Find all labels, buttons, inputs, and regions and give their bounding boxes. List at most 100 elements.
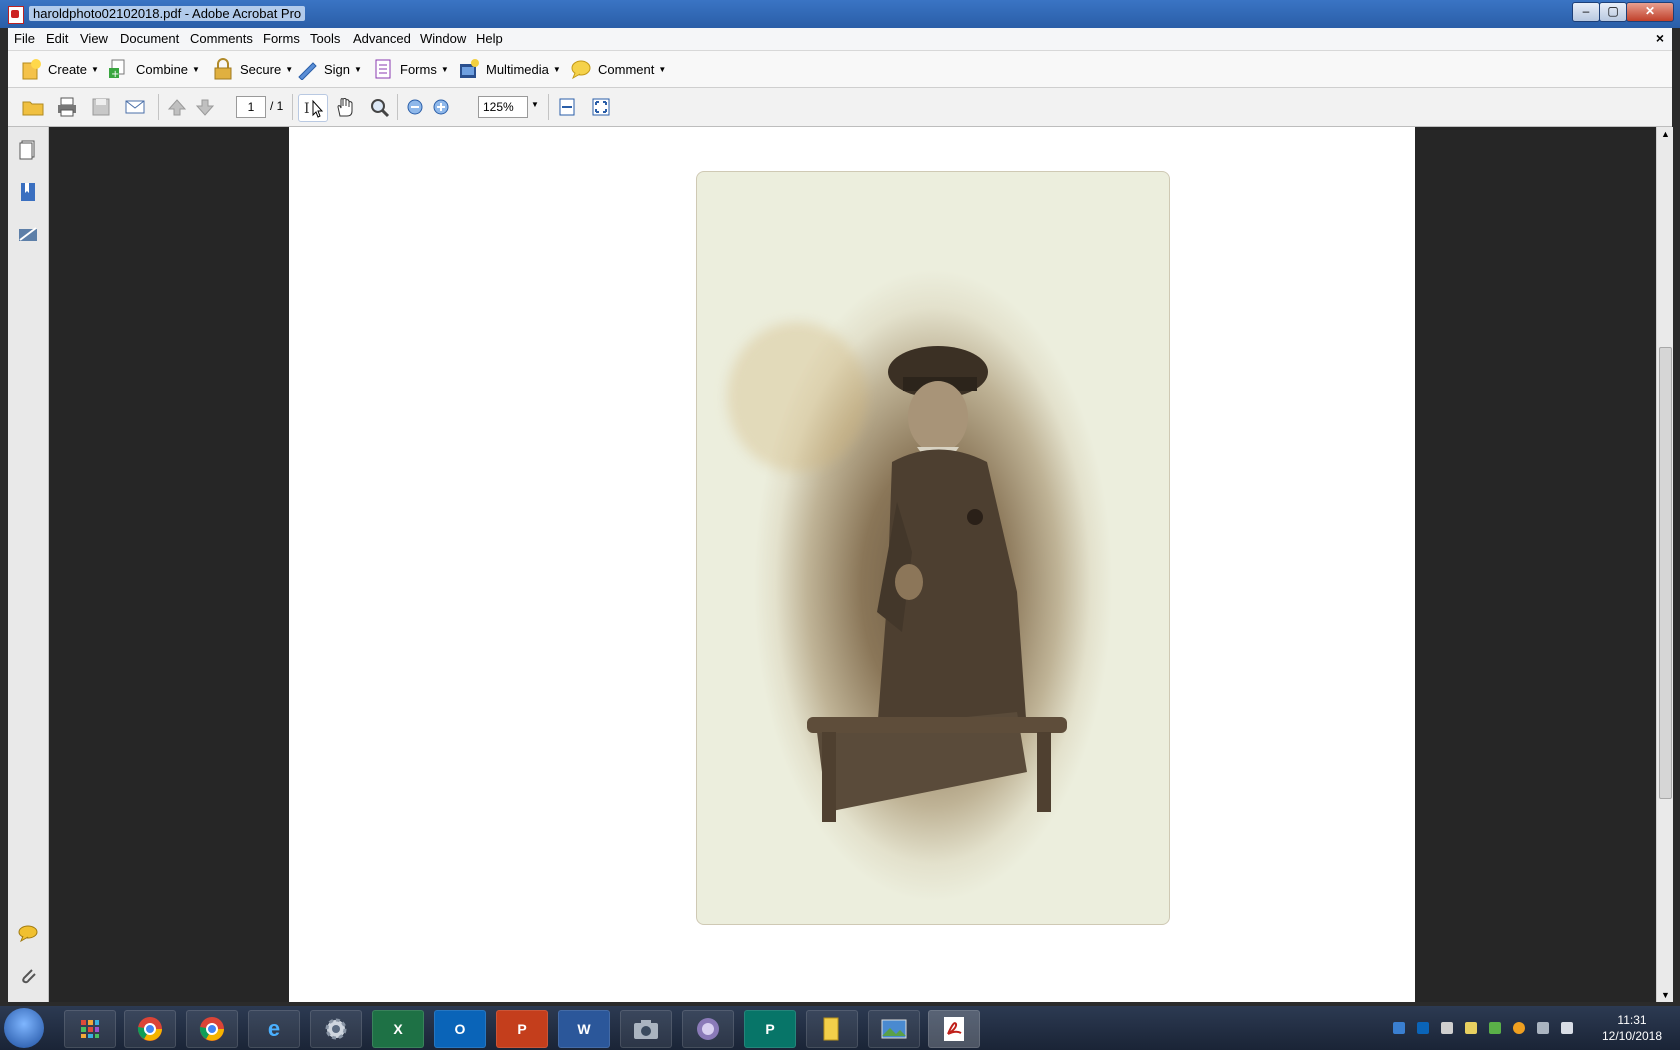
file-explorer-icon[interactable] (806, 1010, 858, 1048)
powerpoint-icon[interactable]: P (496, 1010, 548, 1048)
menu-advanced[interactable]: Advanced (353, 31, 411, 46)
comment-label: Comment (598, 61, 655, 77)
excel-icon[interactable]: X (372, 1010, 424, 1048)
bookmarks-icon[interactable] (17, 181, 39, 203)
pen-icon (296, 58, 318, 81)
fit-width-icon[interactable] (556, 96, 578, 118)
print-icon[interactable] (56, 96, 78, 118)
page-thumbnails-icon[interactable] (17, 139, 39, 161)
svg-text:I: I (304, 101, 310, 117)
create-icon (20, 58, 42, 80)
app-launcher-icon[interactable] (64, 1010, 116, 1048)
create-button[interactable]: Create ▼ (20, 57, 99, 81)
marquee-zoom-icon[interactable] (368, 96, 390, 118)
internet-explorer-icon[interactable]: e (248, 1010, 300, 1048)
full-screen-icon[interactable] (590, 96, 612, 118)
soldier-portrait-figure (807, 346, 1067, 822)
clock-date: 12/10/2018 (1601, 1029, 1663, 1043)
menu-tools[interactable]: Tools (310, 31, 340, 46)
scroll-down-icon[interactable]: ▼ (1661, 990, 1670, 1000)
word-icon[interactable]: W (558, 1010, 610, 1048)
next-page-icon[interactable] (194, 96, 216, 118)
multimedia-icon (458, 58, 480, 80)
menu-document[interactable]: Document (120, 31, 179, 46)
select-text-tool-icon[interactable]: I (298, 94, 328, 122)
photo-viewer-icon[interactable] (868, 1010, 920, 1048)
windows-taskbar: e X O P W P 11:31 12/10/2018 (0, 1006, 1680, 1050)
forms-button[interactable]: Forms ▼ (372, 57, 449, 81)
save-icon[interactable] (90, 96, 112, 118)
title-bar: haroldphoto02102018.pdf - Adobe Acrobat … (0, 0, 1680, 28)
zoom-out-icon[interactable] (404, 96, 426, 118)
scrollbar-thumb[interactable] (1659, 347, 1672, 799)
tray-network-icon[interactable] (1537, 1022, 1549, 1034)
menu-bar: File Edit View Document Comments Forms T… (8, 28, 1672, 51)
clock-time: 11:31 (1617, 1013, 1647, 1027)
publisher-icon[interactable]: P (744, 1010, 796, 1048)
comment-button[interactable]: Comment ▼ (570, 57, 666, 81)
tasks-toolbar: Create ▼ + Combine ▼ Secure ▼ Sign ▼ Forms ▼ … (8, 51, 1672, 88)
zoom-level-input[interactable]: 125% (478, 96, 528, 118)
combine-label: Combine (136, 61, 189, 77)
lock-icon (212, 58, 234, 80)
tray-update-icon[interactable] (1489, 1022, 1501, 1034)
sign-label: Sign (324, 61, 351, 77)
secure-button[interactable]: Secure ▼ (212, 57, 293, 81)
tray-alert-icon[interactable] (1513, 1022, 1525, 1034)
svg-text:+: + (111, 69, 119, 80)
maximize-button[interactable]: ▢ (1599, 2, 1627, 22)
acrobat-taskbar-icon[interactable] (928, 1010, 980, 1048)
system-clock[interactable]: 11:31 12/10/2018 (1590, 1012, 1674, 1044)
acrobat-app-icon[interactable] (8, 6, 24, 24)
document-view[interactable] (49, 127, 1656, 1002)
create-label: Create (48, 61, 88, 77)
secure-label: Secure (240, 61, 282, 77)
settings-gear-icon[interactable] (310, 1010, 362, 1048)
signatures-icon[interactable] (17, 223, 39, 245)
chrome-icon[interactable] (124, 1010, 176, 1048)
navigation-pane (8, 127, 49, 1002)
start-button[interactable] (4, 1008, 44, 1048)
camera-icon[interactable] (620, 1010, 672, 1048)
menu-file[interactable]: File (14, 31, 35, 46)
minimize-button[interactable]: – (1572, 2, 1600, 22)
comments-pane-icon[interactable] (17, 923, 39, 945)
menu-edit[interactable]: Edit (46, 31, 68, 46)
multimedia-button[interactable]: Multimedia ▼ (458, 57, 561, 81)
page-total-label: / 1 (270, 99, 284, 113)
email-icon[interactable] (124, 96, 146, 118)
close-window-button[interactable]: ✕ (1626, 2, 1674, 22)
window-title: haroldphoto02102018.pdf - Adobe Acrobat … (29, 6, 306, 21)
menu-help[interactable]: Help (476, 31, 503, 46)
chrome-icon[interactable] (186, 1010, 238, 1048)
vertical-scrollbar[interactable]: ▲ ▼ (1656, 127, 1673, 1002)
menu-forms[interactable]: Forms (263, 31, 300, 46)
open-folder-icon[interactable] (22, 96, 44, 118)
menu-view[interactable]: View (80, 31, 108, 46)
media-app-icon[interactable] (682, 1010, 734, 1048)
sepia-portrait-photo (696, 171, 1170, 925)
attachments-paperclip-icon[interactable] (17, 965, 39, 987)
zoom-dropdown-icon[interactable]: ▼ (531, 100, 539, 109)
hand-tool-icon[interactable] (334, 96, 356, 118)
sign-button[interactable]: Sign ▼ (296, 57, 362, 81)
multimedia-label: Multimedia (486, 61, 549, 77)
tray-volume-icon[interactable] (1561, 1022, 1573, 1034)
combine-button[interactable]: + Combine ▼ (108, 57, 200, 81)
navigation-toolbar: 1 / 1 I 125% ▼ (8, 88, 1672, 127)
page-number-input[interactable]: 1 (236, 96, 266, 118)
menu-window[interactable]: Window (420, 31, 466, 46)
tray-app-icon[interactable] (1441, 1022, 1453, 1034)
tray-notes-icon[interactable] (1465, 1022, 1477, 1034)
zoom-in-icon[interactable] (430, 96, 452, 118)
outlook-icon[interactable]: O (434, 1010, 486, 1048)
pdf-page (289, 127, 1415, 1002)
menu-comments[interactable]: Comments (190, 31, 253, 46)
forms-icon (372, 58, 394, 80)
tray-outlook-icon[interactable] (1417, 1022, 1429, 1034)
close-document-icon[interactable]: × (1656, 30, 1664, 46)
scroll-up-icon[interactable]: ▲ (1661, 129, 1670, 139)
combine-icon: + (108, 58, 130, 80)
previous-page-icon[interactable] (166, 96, 188, 118)
tray-teams-icon[interactable] (1393, 1022, 1405, 1034)
